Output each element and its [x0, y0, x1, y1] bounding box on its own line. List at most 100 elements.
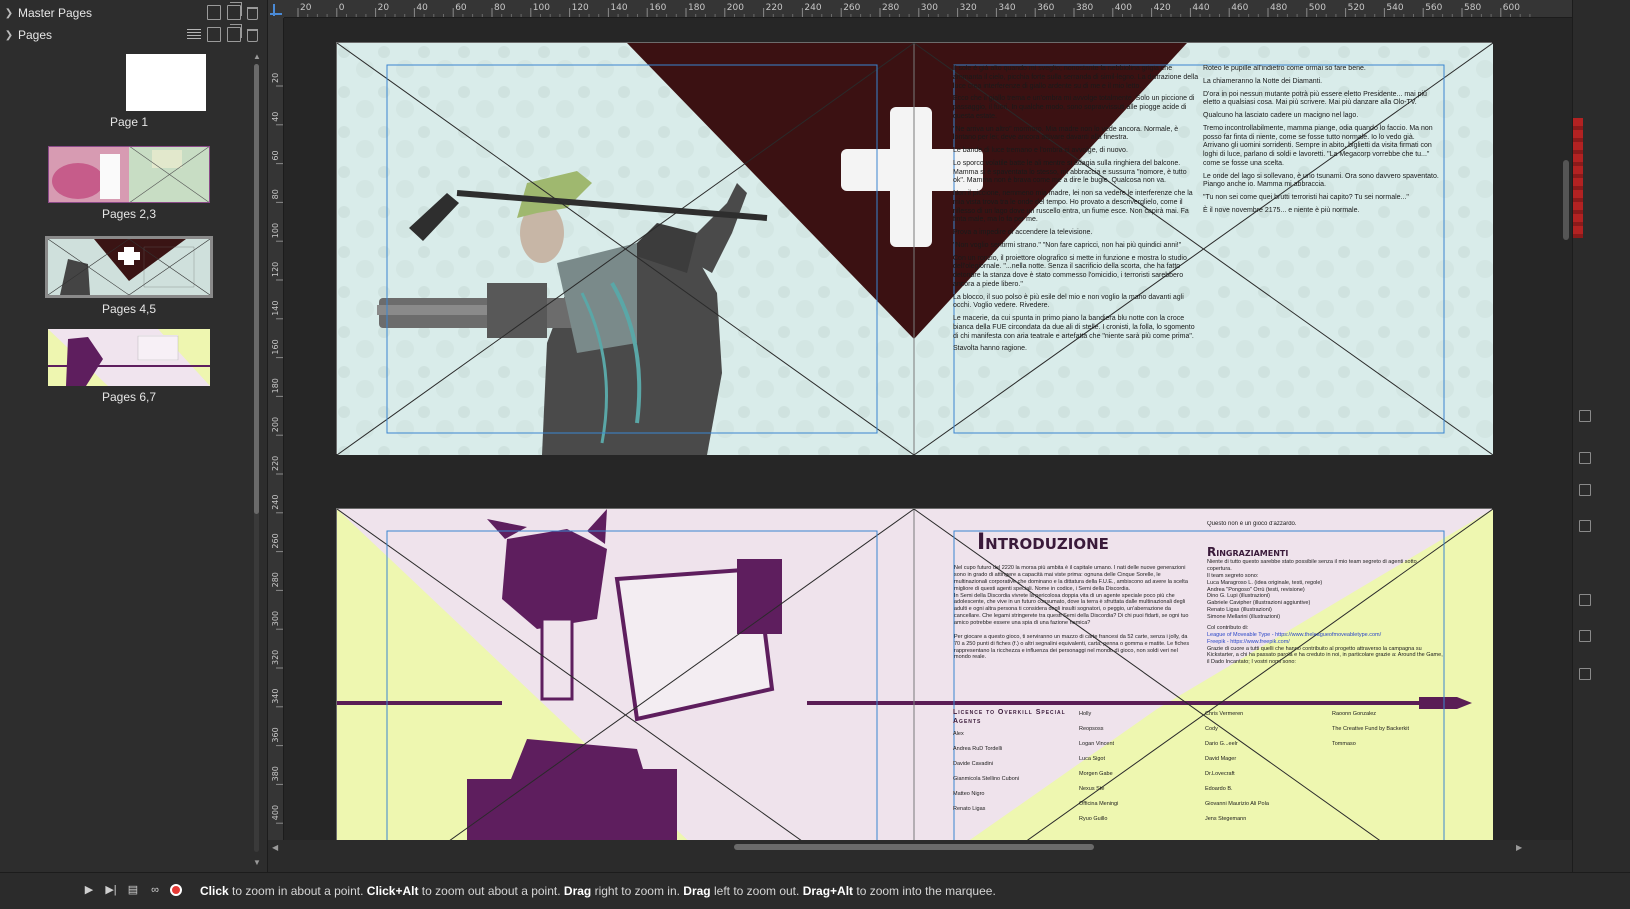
backer-name: Matteo Nigro [953, 791, 985, 797]
thanks-title[interactable]: Ringraziamenti [1207, 545, 1443, 560]
status-hint: Click to zoom in about a point. Click+Al… [200, 884, 996, 898]
backer-name: Gianmicola Stellino Cuboni [953, 776, 1020, 782]
add-page-icon[interactable] [207, 27, 221, 42]
pages-4-5-preview-selected [45, 236, 213, 298]
backer-name: David Mager [1205, 756, 1237, 762]
story-paragraph: Tremo incontrollabilmente, mamma piange,… [1203, 124, 1433, 167]
spread1-text-col1[interactable]: Il sole è già alto quando mi sveglio; no… [953, 65, 1199, 435]
contrib-link[interactable]: Freepik - https://www.freepik.com/ [1207, 639, 1443, 646]
link-icon[interactable]: ∞ [148, 883, 162, 897]
not-a-game-text[interactable]: Questo non è un gioco d'azzardo. [1207, 521, 1443, 529]
ruler-label: 400 [271, 805, 280, 820]
h-scroll-thumb[interactable] [734, 844, 1094, 850]
page-thumbnail-1[interactable]: Page 1 [0, 54, 258, 129]
pages-label: Pages [18, 28, 53, 42]
page-options-icon[interactable] [187, 27, 201, 42]
ruler-label: 580 [1464, 3, 1481, 13]
ruler-label: 360 [1037, 3, 1054, 13]
story-paragraph: D'ora in poi nessun mutante potrà più es… [1203, 90, 1427, 107]
ruler-label: 320 [960, 3, 977, 13]
ruler-label: 480 [1270, 3, 1287, 13]
story-paragraph: Le onde del lago si sollevano, è uno tsu… [1203, 172, 1439, 189]
ruler-label: 520 [1348, 3, 1365, 13]
tool-icon-6[interactable] [1579, 630, 1591, 642]
chevron-down-icon[interactable]: ❯ [0, 30, 18, 41]
story-paragraph: Qualcuno ha lasciato cadere un macigno n… [1203, 112, 1359, 119]
tool-icon-5[interactable] [1579, 594, 1591, 606]
canvas-horizontal-scrollbar[interactable]: ◀ ▶ [272, 840, 1572, 854]
page-thumb-label: Pages 2,3 [101, 207, 157, 221]
duplicate-page-icon[interactable] [227, 24, 242, 42]
ruler-label: 600 [1503, 3, 1520, 13]
page-thumbnail-6-7[interactable]: Pages 6,7 [0, 329, 258, 404]
master-pages-header[interactable]: ❯ Master Pages [0, 2, 268, 24]
thanks-block[interactable]: Niente di tutto questo sarebbe stato pos… [1207, 559, 1443, 694]
ruler-label: 240 [271, 495, 280, 510]
delete-page-icon[interactable] [247, 29, 258, 42]
special-agents-heading[interactable]: Licence to Overkill Special Agents [953, 709, 1068, 727]
ruler-label: 160 [271, 339, 280, 354]
backer-name: Ryuo Guillo [1079, 816, 1108, 822]
backer-name: Alex [953, 731, 964, 737]
pages-header[interactable]: ❯ Pages [0, 24, 268, 46]
document-canvas[interactable]: Il sole è già alto quando mi sveglio; no… [284, 18, 1572, 840]
names-col-3[interactable]: Chris Vermeren Cody Dario G...eelr David Ma… [1205, 707, 1330, 827]
spread1-text-col2[interactable]: Roteo le pupille all'indietro come ormai… [1203, 65, 1439, 435]
names-col-1[interactable]: Alex Andrea RuD Tordelli Davide Cavadini Gi… [953, 727, 1073, 817]
add-master-page-icon[interactable] [207, 5, 221, 20]
ruler-label: 60 [455, 3, 467, 13]
team-member: Simone Mellarini (illustrazioni) [1207, 614, 1281, 620]
ruler-label: 560 [1425, 3, 1442, 13]
scroll-up-icon[interactable]: ▲ [253, 52, 261, 61]
spread-pages-4-5[interactable]: Il sole è già alto quando mi sveglio; no… [336, 42, 1493, 455]
story-paragraph: Stavolta hanno ragione. [953, 345, 1027, 353]
names-col-2[interactable]: Holly Reopsoss Logan Vincent Luca Sigot Morg… [1079, 707, 1199, 827]
contrib-heading: Col contributo di: [1207, 624, 1249, 631]
skip-end-icon[interactable]: ▶| [104, 883, 118, 897]
intro-title[interactable]: Introduzione [977, 529, 1217, 557]
ruler-label: 260 [843, 3, 860, 13]
hint-text: to zoom out about a point. [418, 884, 564, 898]
tool-icon-1[interactable] [1579, 410, 1591, 422]
page-thumbnail-4-5[interactable]: Pages 4,5 [0, 236, 258, 316]
document-icon[interactable]: ▤ [126, 883, 140, 897]
story-paragraph: "Tu non sei come quei brutti terroristi … [1203, 194, 1409, 201]
ruler-label: 420 [1154, 3, 1171, 13]
vertical-ruler[interactable]: 20 40 60 80 100 120 140 160 180 200 220 240 260 280 30… [268, 18, 284, 840]
backer-name: Edoardo B. [1205, 786, 1233, 792]
page-thumb-label: Pages 4,5 [101, 302, 157, 316]
contrib-link[interactable]: League of Moveable Type - https://www.th… [1207, 632, 1443, 639]
tool-icon-7[interactable] [1579, 668, 1591, 680]
tool-icon-4[interactable] [1579, 520, 1591, 532]
status-bar: ▶ ▶| ▤ ∞ Click to zoom in about a point.… [0, 872, 1630, 909]
scroll-thumb[interactable] [254, 64, 259, 514]
tool-icon-2[interactable] [1579, 452, 1591, 464]
spread-pages-6-7[interactable]: Introduzione Nel cupo futuro del 2220 la… [336, 508, 1493, 840]
play-icon[interactable]: ▶ [82, 883, 96, 897]
intro-text[interactable]: Nel cupo futuro del 2220 la morsa più am… [954, 565, 1190, 695]
names-col-4[interactable]: Raoonn Gonzalez The Creative Fund by Back… [1332, 707, 1457, 752]
record-icon[interactable] [170, 884, 182, 896]
pages-scrollbar[interactable]: ▲ ▼ [251, 52, 261, 868]
ruler-label: 240 [804, 3, 821, 13]
scroll-right-icon[interactable]: ▶ [1516, 843, 1522, 852]
ruler-origin[interactable] [268, 0, 284, 18]
scroll-left-icon[interactable]: ◀ [272, 843, 278, 852]
scroll-down-icon[interactable]: ▼ [253, 858, 261, 867]
horizontal-ruler[interactable]: 20 0 20 40 60 80 100 120 140 160 180 200 220 240 260 28… [284, 0, 1572, 18]
page-thumb-label: Page 1 [109, 115, 149, 129]
story-paragraph: Le bande di luce tremano e l'ombra ci av… [953, 147, 1128, 154]
ruler-label: 280 [882, 3, 899, 13]
tool-icon-3[interactable] [1579, 484, 1591, 496]
ruler-label: 40 [416, 3, 428, 13]
story-paragraph: Non il piccione, nemmeno mia madre, lei … [953, 190, 1193, 224]
delete-master-icon[interactable] [247, 7, 258, 20]
backer-name: Tommaso [1332, 741, 1356, 747]
thanks-line: Niente di tutto questo sarebbe stato pos… [1207, 559, 1417, 572]
chevron-right-icon[interactable]: ❯ [0, 8, 18, 19]
duplicate-master-icon[interactable] [227, 2, 242, 20]
backer-name: Holly [1079, 711, 1092, 717]
canvas-vertical-scrollbar[interactable] [1563, 160, 1569, 240]
swatch-strip[interactable] [1573, 118, 1583, 238]
page-thumbnail-2-3[interactable]: Pages 2,3 [0, 146, 258, 221]
